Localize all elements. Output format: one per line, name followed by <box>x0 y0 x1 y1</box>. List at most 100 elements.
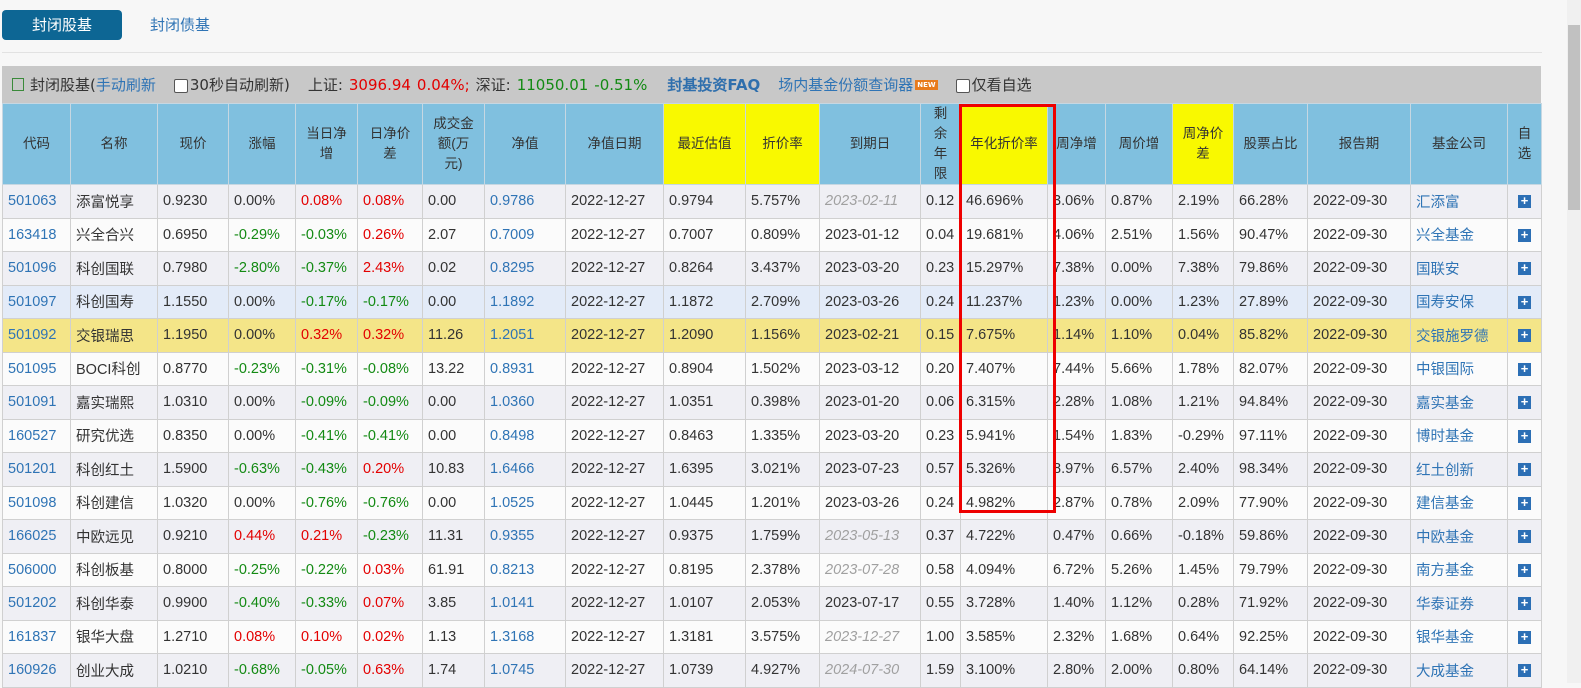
cell-nav[interactable]: 1.1892 <box>484 284 566 319</box>
cell-code[interactable]: 163418 <box>2 217 71 252</box>
manual-refresh-link[interactable]: 手动刷新 <box>96 76 156 94</box>
column-header-code[interactable]: 代码 <box>2 103 71 185</box>
column-header-turnover[interactable]: 成交金额(万元) <box>422 103 485 185</box>
cell-code[interactable]: 160926 <box>2 653 71 688</box>
column-header-estimate[interactable]: 最近估值 <box>663 103 746 185</box>
cell-nav[interactable]: 0.8931 <box>484 351 566 386</box>
cell-company[interactable]: 嘉实基金 <box>1410 385 1508 420</box>
add-favorite-plus-icon[interactable]: + <box>1518 228 1531 242</box>
cell-nav[interactable]: 1.2051 <box>484 318 566 353</box>
scrollbar[interactable] <box>1567 0 1581 683</box>
table-row[interactable]: 501201 科创红土 1.5900 -0.63% -0.43% 0.20% 10.83 1.… <box>2 452 1542 487</box>
cell-code[interactable]: 166025 <box>2 519 71 554</box>
column-header-name[interactable]: 名称 <box>70 103 158 185</box>
column-header-week-price[interactable]: 周价增 <box>1105 103 1173 185</box>
column-header-remaining-years[interactable]: 剩余年限 <box>920 103 961 185</box>
column-header-report-date[interactable]: 报告期 <box>1307 103 1411 185</box>
add-favorite-plus-icon[interactable]: + <box>1518 194 1531 209</box>
cell-code[interactable]: 501063 <box>2 184 71 219</box>
cell-company[interactable]: 博时基金 <box>1410 418 1508 453</box>
table-row[interactable]: 501092 交银瑞思 1.1950 0.00% 0.32% 0.32% 11.26 1.20… <box>2 318 1542 353</box>
table-row[interactable]: 501095 BOCI科创 0.8770 -0.23% -0.31% -0.08% 13.2… <box>2 351 1542 386</box>
column-header-nav-change[interactable]: 当日净增 <box>295 103 358 185</box>
table-row[interactable]: 501063 添富悦享 0.9230 0.00% 0.08% 0.08% 0.00 0.978… <box>2 184 1542 219</box>
cell-nav[interactable]: 1.6466 <box>484 452 566 487</box>
cell-nav[interactable]: 0.8295 <box>484 251 566 286</box>
cell-nav[interactable]: 0.9786 <box>484 184 566 219</box>
tab-closed-bond-fund[interactable]: 封闭债基 <box>126 10 234 40</box>
cell-nav[interactable]: 1.0745 <box>484 653 566 688</box>
cell-code[interactable]: 501098 <box>2 485 71 520</box>
table-row[interactable]: 501097 科创国寿 1.1550 0.00% -0.17% -0.17% 0.00 1.1… <box>2 284 1542 319</box>
add-favorite-plus-icon[interactable]: + <box>1518 496 1531 510</box>
column-header-nav-date[interactable]: 净值日期 <box>565 103 664 185</box>
cell-nav[interactable]: 1.0360 <box>484 385 566 420</box>
cell-company[interactable]: 银华基金 <box>1410 619 1508 654</box>
column-header-week-diff[interactable]: 周净价差 <box>1172 103 1234 185</box>
cell-company[interactable]: 建信基金 <box>1410 485 1508 520</box>
table-row[interactable]: 160527 研究优选 0.8350 0.00% -0.41% -0.41% 0.00 0.8… <box>2 418 1542 453</box>
table-row[interactable]: 501202 科创华泰 0.9900 -0.40% -0.33% 0.07% 3.85 1.0… <box>2 586 1542 621</box>
cell-company[interactable]: 汇添富 <box>1410 184 1508 219</box>
cell-company[interactable]: 红土创新 <box>1410 452 1508 487</box>
column-header-annual-discount[interactable]: 年化折价率 <box>960 103 1048 185</box>
cell-company[interactable]: 中欧基金 <box>1410 519 1508 554</box>
cell-company[interactable]: 兴全基金 <box>1410 217 1508 252</box>
cell-nav[interactable]: 0.8498 <box>484 418 566 453</box>
add-favorite-plus-icon[interactable]: + <box>1518 529 1531 544</box>
cell-nav[interactable]: 0.8213 <box>484 552 566 587</box>
column-header-premium-change[interactable]: 日净价差 <box>357 103 423 185</box>
cell-code[interactable]: 501096 <box>2 251 71 286</box>
add-favorite-plus-icon[interactable]: + <box>1518 630 1531 644</box>
only-favorites-checkbox[interactable] <box>955 78 970 93</box>
cell-nav[interactable]: 1.3168 <box>484 619 566 654</box>
column-header-favorite[interactable]: 自选 <box>1507 103 1542 185</box>
table-row[interactable]: 501091 嘉实瑞熙 1.0310 0.00% -0.09% -0.09% 0.00 1.0… <box>2 385 1542 420</box>
export-icon[interactable] <box>12 78 24 91</box>
cell-company[interactable]: 大成基金 <box>1410 653 1508 688</box>
column-header-week-nav[interactable]: 周净增 <box>1047 103 1106 185</box>
add-favorite-plus-icon[interactable]: + <box>1518 328 1531 343</box>
auto-refresh-checkbox[interactable] <box>173 78 188 93</box>
fund-share-query-link[interactable]: 场内基金份额查询器 <box>778 74 913 95</box>
cell-company[interactable]: 国联安 <box>1410 251 1508 286</box>
cell-company[interactable]: 交银施罗德 <box>1410 318 1508 353</box>
cell-code[interactable]: 160527 <box>2 418 71 453</box>
cell-code[interactable]: 501095 <box>2 351 71 386</box>
column-header-discount[interactable]: 折价率 <box>745 103 820 185</box>
add-favorite-plus-icon[interactable]: + <box>1518 563 1531 577</box>
add-favorite-plus-icon[interactable]: + <box>1518 663 1531 678</box>
cell-nav[interactable]: 1.0141 <box>484 586 566 621</box>
table-row[interactable]: 160926 创业大成 1.0210 -0.68% -0.05% 0.63% 1.74 1.0… <box>2 653 1542 688</box>
column-header-nav[interactable]: 净值 <box>484 103 566 185</box>
faq-link[interactable]: 封基投资FAQ <box>667 74 760 95</box>
cell-company[interactable]: 南方基金 <box>1410 552 1508 587</box>
tab-closed-equity-fund[interactable]: 封闭股基 <box>2 10 122 40</box>
table-row[interactable]: 166025 中欧远见 0.9210 0.44% 0.21% -0.23% 11.31 0.9… <box>2 519 1542 554</box>
scrollbar-thumb[interactable] <box>1568 25 1580 210</box>
cell-code[interactable]: 501097 <box>2 284 71 319</box>
add-favorite-plus-icon[interactable]: + <box>1518 596 1531 611</box>
table-row[interactable]: 501098 科创建信 1.0320 0.00% -0.76% -0.76% 0.00 1.0… <box>2 485 1542 520</box>
table-row[interactable]: 501096 科创国联 0.7980 -2.80% -0.37% 2.43% 0.02 0.8… <box>2 251 1542 286</box>
cell-code[interactable]: 501092 <box>2 318 71 353</box>
cell-company[interactable]: 中银国际 <box>1410 351 1508 386</box>
cell-code[interactable]: 501201 <box>2 452 71 487</box>
column-header-change[interactable]: 涨幅 <box>228 103 296 185</box>
table-row[interactable]: 161837 银华大盘 1.2710 0.08% 0.10% 0.02% 1.13 1.316… <box>2 619 1542 654</box>
column-header-expiry[interactable]: 到期日 <box>819 103 921 185</box>
add-favorite-plus-icon[interactable]: + <box>1518 429 1531 443</box>
cell-nav[interactable]: 0.7009 <box>484 217 566 252</box>
cell-code[interactable]: 501091 <box>2 385 71 420</box>
column-header-stock-ratio[interactable]: 股票占比 <box>1233 103 1308 185</box>
cell-company[interactable]: 国寿安保 <box>1410 284 1508 319</box>
add-favorite-plus-icon[interactable]: + <box>1518 261 1531 276</box>
cell-code[interactable]: 161837 <box>2 619 71 654</box>
add-favorite-plus-icon[interactable]: + <box>1518 362 1531 376</box>
cell-nav[interactable]: 1.0525 <box>484 485 566 520</box>
column-header-company[interactable]: 基金公司 <box>1410 103 1508 185</box>
add-favorite-plus-icon[interactable]: + <box>1518 395 1531 410</box>
cell-code[interactable]: 506000 <box>2 552 71 587</box>
add-favorite-plus-icon[interactable]: + <box>1518 295 1531 309</box>
add-favorite-plus-icon[interactable]: + <box>1518 462 1531 477</box>
